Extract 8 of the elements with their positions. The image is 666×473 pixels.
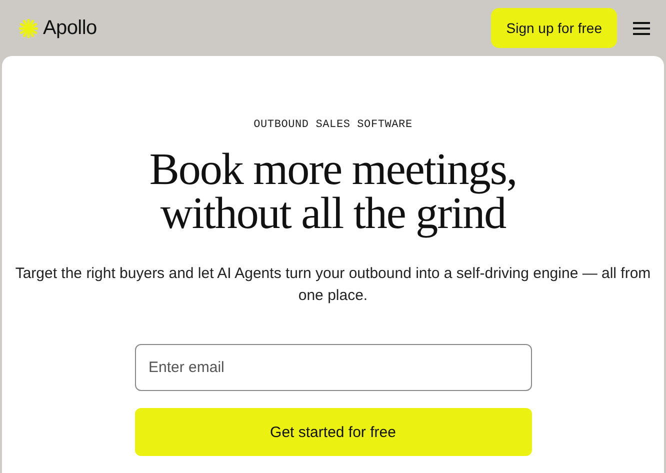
- subtitle: Target the right buyers and let AI Agents turn your outbound into a self-driving engine — all from one place.: [14, 264, 652, 306]
- signup-button[interactable]: Sign up for free: [491, 8, 617, 48]
- logo-text: Apollo: [43, 16, 97, 40]
- asterisk-logo-icon: [19, 18, 38, 38]
- get-started-button[interactable]: Get started for free: [134, 408, 532, 456]
- menu-icon[interactable]: [633, 22, 650, 34]
- eyebrow-text: OUTBOUND SALES SOFTWARE: [254, 119, 412, 131]
- email-field[interactable]: Enter email: [134, 344, 532, 391]
